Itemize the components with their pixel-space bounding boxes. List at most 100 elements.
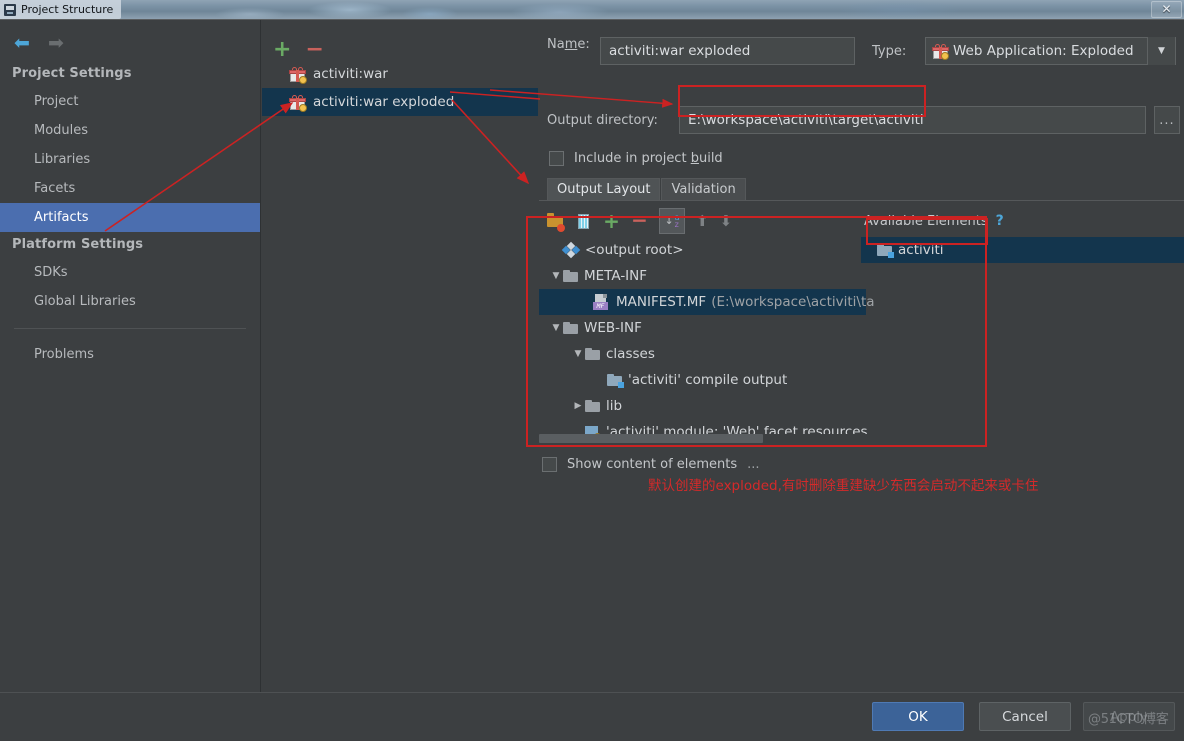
artifact-icon xyxy=(289,94,307,112)
folder-icon xyxy=(585,348,600,360)
artifact-icon xyxy=(289,66,307,84)
type-label: Type: xyxy=(872,44,907,59)
tab-underline xyxy=(539,200,1184,201)
tree-twisty[interactable]: ▼ xyxy=(549,323,563,333)
close-icon[interactable]: ✕ xyxy=(1153,0,1180,17)
window-title-bar: Project Structure ✕ xyxy=(0,0,1184,19)
window-title: Project Structure xyxy=(21,3,114,16)
add-artifact-button[interactable]: + xyxy=(273,39,291,61)
remove-element-button[interactable]: − xyxy=(631,210,648,230)
show-content-of-elements-row[interactable]: Show content of elements ... xyxy=(542,457,760,472)
tree-label: lib xyxy=(606,398,623,414)
sidebar-divider xyxy=(14,328,246,329)
available-elements-label: Available Elements xyxy=(864,213,988,229)
tree-label: WEB-INF xyxy=(584,320,642,336)
help-icon[interactable]: ? xyxy=(996,213,1004,229)
include-in-project-build-row[interactable]: Include in project build xyxy=(549,151,723,166)
show-content-suffix: ... xyxy=(747,457,760,472)
artifact-type-combobox[interactable]: Web Application: Exploded ▼ xyxy=(925,37,1176,65)
sidebar-item-modules[interactable]: Modules xyxy=(0,116,260,145)
include-in-project-build-checkbox[interactable] xyxy=(549,151,564,166)
remove-artifact-button[interactable]: − xyxy=(305,39,323,61)
scrollbar-thumb[interactable] xyxy=(539,434,763,443)
output-directory-label: Output directory: xyxy=(547,113,658,128)
move-down-button[interactable]: ⬇ xyxy=(720,212,733,230)
tab-validation[interactable]: Validation xyxy=(661,178,746,201)
sidebar-item-sdks[interactable]: SDKs xyxy=(0,258,260,287)
artifact-type-icon xyxy=(932,44,949,60)
available-elements-list: activiti xyxy=(861,237,1184,263)
folder-icon xyxy=(563,270,578,282)
title-bar-left: Project Structure xyxy=(0,0,122,19)
watermark-text: @51CTO博客 xyxy=(1088,712,1169,727)
output-layout-toolbar: + − ↓ a z ⬆ ⬇ xyxy=(547,207,732,235)
app-icon xyxy=(4,3,16,16)
artifact-list-item-war-exploded[interactable]: activiti:war exploded xyxy=(262,88,538,116)
tree-row-compile-output[interactable]: 'activiti' compile output xyxy=(539,367,988,393)
folder-icon xyxy=(585,400,600,412)
tab-output-layout[interactable]: Output Layout xyxy=(547,178,661,201)
sidebar-group-project-settings: Project Settings xyxy=(12,66,132,81)
tree-label: META-INF xyxy=(584,268,648,284)
available-elements-header: Available Elements ? xyxy=(864,213,1004,229)
settings-sidebar: ⬅ ➡ Project Settings Project Modules Lib… xyxy=(0,20,261,692)
name-label: Name: xyxy=(547,37,590,52)
back-button[interactable]: ⬅ xyxy=(14,33,34,53)
forward-arrow-icon: ➡ xyxy=(48,32,64,54)
artifacts-list-panel: + − activiti:war activiti:war exploded xyxy=(262,20,538,692)
tree-horizontal-scrollbar[interactable] xyxy=(539,434,988,443)
tree-row-manifest-mf[interactable]: MF MANIFEST.MF (E:\workspace\activiti\ta xyxy=(539,289,875,315)
tree-row-web-inf[interactable]: ▼ WEB-INF xyxy=(539,315,988,341)
sidebar-item-global-libraries[interactable]: Global Libraries xyxy=(0,287,260,316)
module-output-icon xyxy=(607,374,624,388)
artifacts-toolbar: + − xyxy=(262,20,538,61)
tree-twisty[interactable]: ▼ xyxy=(549,271,563,281)
tree-label: <output root> xyxy=(585,242,684,258)
chevron-down-icon[interactable]: ▼ xyxy=(1147,37,1175,65)
output-directory-input[interactable]: E:\workspace\activiti\target\activiti xyxy=(679,106,1146,134)
sort-arrow-icon: ↓ xyxy=(664,214,674,227)
annotation-note: 默认创建的exploded,有时删除重建缺少东西会启动不起来或卡住 xyxy=(648,478,1039,494)
sidebar-group-platform-settings: Platform Settings xyxy=(12,237,144,252)
create-directory-icon[interactable] xyxy=(547,212,565,232)
artifact-label: activiti:war exploded xyxy=(313,94,455,110)
forward-button[interactable]: ➡ xyxy=(48,33,68,53)
sort-az-icon: a z xyxy=(674,213,680,229)
sidebar-item-artifacts[interactable]: Artifacts xyxy=(0,203,260,232)
sidebar-item-project[interactable]: Project xyxy=(0,87,260,116)
show-content-of-elements-checkbox[interactable] xyxy=(542,457,557,472)
show-content-of-elements-label: Show content of elements xyxy=(567,457,738,472)
tree-path: (E:\workspace\activiti\ta xyxy=(711,294,875,310)
available-element-activiti[interactable]: activiti xyxy=(861,237,1184,263)
output-root-icon xyxy=(561,241,581,259)
create-archive-icon[interactable] xyxy=(575,213,592,230)
tree-row-lib[interactable]: ▶ lib xyxy=(539,393,988,419)
sort-elements-button[interactable]: ↓ a z xyxy=(659,208,685,234)
move-up-button[interactable]: ⬆ xyxy=(696,212,709,230)
sidebar-item-libraries[interactable]: Libraries xyxy=(0,145,260,174)
dialog-body: ⬅ ➡ Project Settings Project Modules Lib… xyxy=(0,19,1184,741)
tree-row-meta-inf[interactable]: ▼ META-INF xyxy=(539,263,988,289)
output-layout-tree: <output root> ▼ META-INF MF MANIFEST.MF … xyxy=(539,237,988,445)
artifact-details-pane: Name: activiti:war exploded Type: Web Ap… xyxy=(539,20,1184,692)
cancel-button[interactable]: Cancel xyxy=(979,702,1071,731)
name-input[interactable]: activiti:war exploded xyxy=(600,37,855,65)
tree-label: MANIFEST.MF xyxy=(616,294,707,310)
back-arrow-icon: ⬅ xyxy=(14,32,30,54)
tree-twisty[interactable]: ▼ xyxy=(571,349,585,359)
add-element-button[interactable]: + xyxy=(603,211,620,231)
artifact-list-item-war[interactable]: activiti:war xyxy=(262,60,538,88)
navigation-buttons: ⬅ ➡ xyxy=(0,20,260,53)
ok-button[interactable]: OK xyxy=(872,702,964,731)
sidebar-item-problems[interactable]: Problems xyxy=(0,340,260,369)
sidebar-item-facets[interactable]: Facets xyxy=(0,174,260,203)
tree-label: 'activiti' compile output xyxy=(628,372,788,388)
artifact-label: activiti:war xyxy=(313,66,388,82)
module-output-icon xyxy=(877,244,894,258)
include-in-project-build-label: Include in project build xyxy=(574,151,723,166)
artifact-type-value: Web Application: Exploded xyxy=(953,43,1134,59)
tree-twisty[interactable]: ▶ xyxy=(571,401,585,411)
browse-output-directory-button[interactable]: ... xyxy=(1154,106,1180,134)
folder-icon xyxy=(563,322,578,334)
tree-row-classes[interactable]: ▼ classes xyxy=(539,341,988,367)
